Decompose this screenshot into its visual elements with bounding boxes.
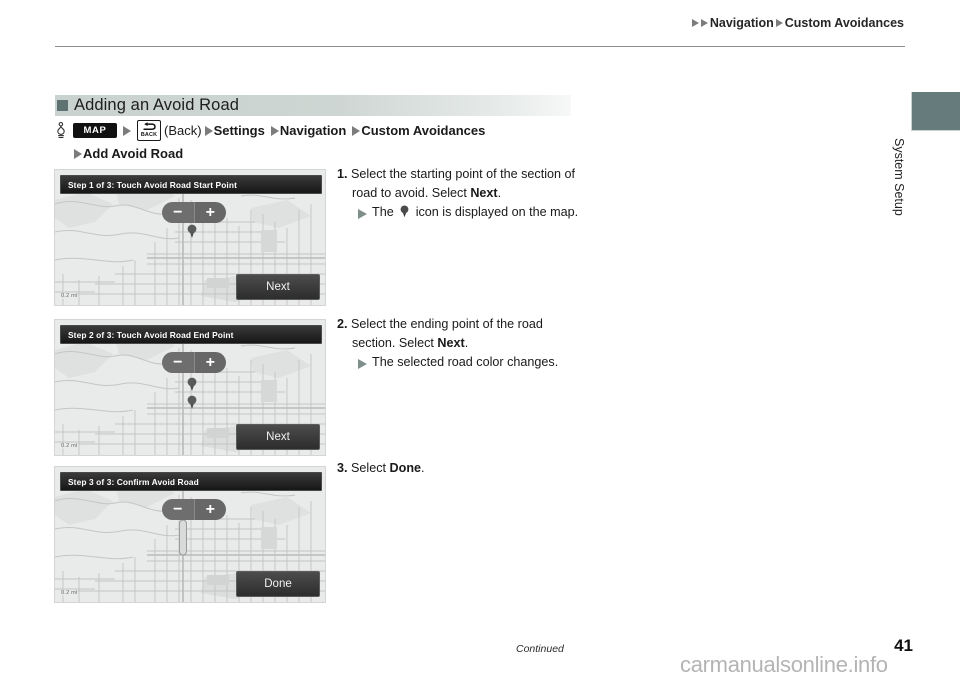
zoom-out-button[interactable]: − — [162, 202, 194, 223]
instruction-step-2: 2. Select the ending point of the road s… — [337, 315, 587, 372]
step-1-text: 1. Select the starting point of the sect… — [337, 165, 587, 202]
step-1-body-a: Select the starting point of the section… — [351, 167, 576, 200]
navigation-path-line-1: MAP BACK (Back) Settings Navigation Cust… — [55, 120, 595, 141]
return-arrow-icon — [143, 122, 156, 130]
chevron-right-icon — [700, 19, 708, 27]
square-bullet-icon — [57, 100, 68, 111]
step-3-emphasis: Done — [389, 461, 422, 475]
screenshot-title: Step 1 of 3: Touch Avoid Road Start Poin… — [68, 179, 237, 190]
continued-label: Continued — [516, 643, 564, 655]
chevron-right-icon — [204, 125, 213, 136]
nav-item-settings: Settings — [213, 122, 265, 138]
screenshot-title-bar: Step 3 of 3: Confirm Avoid Road — [60, 472, 322, 491]
chevron-right-icon — [270, 125, 279, 136]
map-button[interactable]: MAP — [73, 123, 117, 138]
chevron-right-icon — [352, 125, 361, 136]
done-button[interactable]: Done — [236, 571, 320, 597]
step-1-number: 1. — [337, 167, 348, 181]
chevron-right-icon — [358, 209, 367, 219]
chevron-right-icon — [74, 149, 82, 159]
chevron-right-icon — [123, 125, 131, 136]
zoom-out-button[interactable]: − — [162, 499, 194, 520]
screenshot-title-bar: Step 2 of 3: Touch Avoid Road End Point — [60, 325, 322, 344]
chevron-right-icon — [775, 19, 783, 27]
map-scale-label: 0.2 mi — [60, 293, 79, 299]
navigation-path-line-2: Add Avoid Road — [73, 144, 595, 164]
nav-item-custom-avoidances: Custom Avoidances — [361, 122, 486, 138]
step-3-number: 3. — [337, 461, 348, 475]
map-scale-label: 0.2 mi — [60, 443, 79, 449]
page-number: 41 — [894, 636, 913, 655]
breadcrumb: Navigation Custom Avoidances — [691, 16, 905, 30]
next-button[interactable]: Next — [236, 424, 320, 450]
chevron-right-icon — [358, 359, 367, 369]
step-2-subnote-text: The selected road color changes. — [372, 355, 559, 369]
zoom-in-button[interactable]: + — [193, 202, 226, 223]
zoom-in-button[interactable]: + — [193, 499, 226, 520]
header-divider — [55, 46, 905, 47]
step-3-body-b: . — [421, 461, 425, 475]
zoom-in-button[interactable]: + — [193, 352, 226, 373]
screenshot-step-1: Step 1 of 3: Touch Avoid Road Start Poin… — [55, 170, 325, 305]
step-1-subnote-b: icon is displayed on the map. — [412, 205, 579, 219]
screenshot-title: Step 2 of 3: Touch Avoid Road End Point — [68, 329, 234, 340]
instruction-step-1: 1. Select the starting point of the sect… — [337, 165, 587, 222]
screenshot-title-bar: Step 1 of 3: Touch Avoid Road Start Poin… — [60, 175, 322, 194]
step-2-subnote: The selected road color changes. — [357, 353, 587, 372]
instruction-step-3: 3. Select Done. — [337, 459, 587, 478]
map-pin-icon — [187, 377, 197, 391]
manual-page: Navigation Custom Avoidances System Setu… — [0, 0, 960, 678]
next-button[interactable]: Next — [236, 274, 320, 300]
step-1-emphasis: Next — [470, 185, 498, 200]
section-heading: Adding an Avoid Road — [55, 95, 571, 116]
map-scale-label: 0.2 mi — [60, 590, 79, 596]
breadcrumb-item-custom-avoidances: Custom Avoidances — [784, 16, 904, 30]
nav-item-add-avoid-road: Add Avoid Road — [83, 146, 184, 161]
zoom-controls: − + — [162, 202, 226, 223]
back-annotation: (Back) — [164, 122, 202, 138]
breadcrumb-item-navigation: Navigation — [709, 16, 774, 30]
step-2-number: 2. — [337, 317, 348, 331]
page-title: Adding an Avoid Road — [74, 96, 239, 114]
map-pin-icon — [400, 205, 409, 218]
step-2-text: 2. Select the ending point of the road s… — [337, 315, 587, 352]
navigation-path: MAP BACK (Back) Settings Navigation Cust… — [55, 120, 595, 164]
hand-pointer-icon — [57, 121, 65, 138]
step-3-body-a: Select — [351, 461, 390, 475]
step-1-subnote-text: The icon is displayed on the map. — [372, 203, 587, 222]
zoom-out-button[interactable]: − — [162, 352, 194, 373]
screenshot-step-2: Step 2 of 3: Touch Avoid Road End Point … — [55, 320, 325, 455]
step-2-body-b: . — [464, 335, 469, 350]
step-3-text: 3. Select Done. — [337, 459, 587, 478]
step-1-body-b: . — [497, 185, 502, 200]
chevron-right-icon — [691, 19, 699, 27]
section-tab-label: System Setup — [892, 138, 906, 216]
zoom-controls: − + — [162, 499, 226, 520]
step-1-subnote-a: The — [372, 205, 398, 219]
nav-item-navigation: Navigation — [279, 122, 347, 138]
screenshot-step-3: Step 3 of 3: Confirm Avoid Road − + Done… — [55, 467, 325, 602]
step-2-emphasis: Next — [437, 335, 465, 350]
back-button-label: BACK — [140, 132, 158, 139]
watermark: carmanualsonline.info — [680, 652, 888, 677]
back-button[interactable]: BACK — [137, 120, 161, 141]
map-pin-icon — [187, 224, 197, 238]
screenshot-title: Step 3 of 3: Confirm Avoid Road — [68, 476, 199, 487]
step-1-subnote: The icon is displayed on the map. — [357, 203, 587, 222]
page-header: Navigation Custom Avoidances — [55, 16, 905, 50]
map-pin-icon — [187, 395, 197, 409]
section-tab-marker — [911, 92, 960, 131]
zoom-controls: − + — [162, 352, 226, 373]
